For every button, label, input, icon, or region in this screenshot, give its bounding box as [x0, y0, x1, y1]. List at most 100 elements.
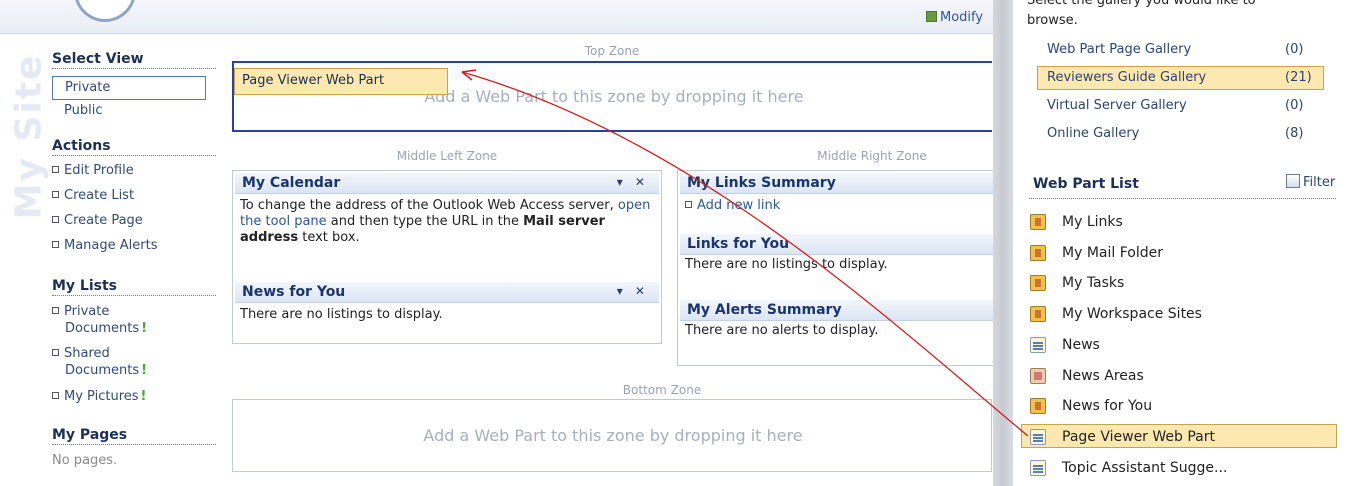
pane-splitter[interactable] — [993, 0, 1013, 486]
my-calendar-title: My Calendar — [242, 175, 341, 191]
action-edit-profile[interactable]: Edit Profile — [52, 163, 134, 178]
web-part-item-label: My Tasks — [1062, 275, 1125, 291]
my-calendar-body: To change the address of the Outlook Web… — [233, 194, 661, 282]
my-links-summary-body: Add new link — [678, 194, 993, 234]
top-banner — [0, 0, 1000, 34]
select-view-heading: Select View — [52, 51, 216, 69]
no-pages-text: No pages. — [52, 453, 118, 468]
middle-left-zone-label: Middle Left Zone — [396, 149, 498, 163]
bottom-zone[interactable]: Add a Web Part to this zone by dropping … — [232, 399, 992, 472]
action-edit-profile-label: Edit Profile — [64, 163, 134, 178]
list-my-pictures-label: My Pictures — [64, 389, 139, 404]
middle-left-zone: My Calendar ▾ ✕ To change the address of… — [232, 170, 662, 344]
news-for-you-title-bar: News for You ▾ ✕ — [235, 282, 659, 303]
web-part-item-label: News Areas — [1062, 368, 1144, 384]
gallery-web-part-page[interactable]: Web Part Page Gallery (0) — [1047, 42, 1327, 57]
filter-label: Filter — [1303, 175, 1336, 190]
list-my-pictures[interactable]: My Pictures! — [52, 389, 146, 404]
new-indicator-icon: ! — [141, 321, 148, 336]
my-links-summary-title: My Links Summary — [687, 175, 836, 191]
add-new-link[interactable]: Add new link — [697, 198, 780, 213]
filter-button[interactable]: Filter — [1286, 174, 1335, 190]
action-create-page-label: Create Page — [64, 213, 143, 228]
links-for-you-title-bar: Links for You — [680, 234, 993, 255]
bullet-icon — [52, 216, 59, 223]
gallery-count: (8) — [1285, 126, 1304, 141]
web-part-item-label: Topic Assistant Sugge... — [1062, 460, 1228, 476]
gallery-virtual-server[interactable]: Virtual Server Gallery (0) — [1047, 98, 1327, 113]
my-lists-heading: My Lists — [52, 278, 216, 296]
my-pages-heading: My Pages — [52, 427, 216, 445]
my-alerts-summary-body: There are no alerts to display. — [685, 323, 879, 338]
links-for-you-body: There are no listings to display. — [685, 257, 888, 272]
web-part-item-label: My Workspace Sites — [1062, 306, 1202, 322]
gallery-intro-line1: Select the gallery you would like to — [1027, 0, 1256, 8]
my-alerts-summary-title-bar: My Alerts Summary — [680, 300, 993, 321]
webpart-icon — [1030, 245, 1046, 261]
web-part-list-divider — [1029, 198, 1336, 199]
gallery-count: (0) — [1285, 98, 1304, 113]
calendar-text-1: To change the address of the Outlook Web… — [240, 198, 618, 213]
calendar-text-2: and then type the URL in the — [326, 214, 524, 229]
bottom-zone-label: Bottom Zone — [622, 383, 702, 397]
document-icon — [1030, 337, 1046, 353]
view-option-private[interactable]: Private — [52, 76, 206, 100]
my-site-watermark-text: My Site — [8, 53, 50, 220]
bullet-icon — [52, 166, 59, 173]
web-part-item-label: News for You — [1062, 398, 1153, 414]
areas-icon — [1030, 368, 1046, 384]
gallery-online[interactable]: Online Gallery (8) — [1047, 126, 1327, 141]
modify-icon — [926, 11, 937, 22]
middle-right-zone: My Links Summary Add new link Links for … — [677, 170, 993, 366]
new-indicator-icon: ! — [141, 363, 148, 378]
news-for-you-body: There are no listings to display. — [240, 307, 443, 322]
view-option-public[interactable]: Public — [64, 103, 102, 118]
gallery-name: Virtual Server Gallery — [1047, 98, 1187, 113]
actions-heading: Actions — [52, 138, 216, 156]
action-create-list-label: Create List — [64, 188, 135, 203]
list-private-documents-line2: Documents — [65, 321, 140, 336]
web-part-item-label: My Mail Folder — [1062, 245, 1163, 261]
action-create-page[interactable]: Create Page — [52, 213, 143, 228]
calendar-text-3: text box. — [298, 230, 360, 245]
bullet-icon — [52, 241, 59, 248]
modify-shared-page-button[interactable]: Modify — [926, 10, 983, 25]
my-alerts-summary-title: My Alerts Summary — [687, 302, 842, 318]
bullet-icon — [52, 307, 59, 314]
bottom-zone-drop-hint: Add a Web Part to this zone by dropping … — [423, 426, 803, 445]
top-zone-label: Top Zone — [584, 44, 640, 58]
gallery-name: Web Part Page Gallery — [1047, 42, 1192, 57]
pageviewer-icon — [1030, 429, 1046, 445]
web-part-menu-close-icon[interactable]: ▾ ✕ — [617, 175, 649, 189]
list-shared-documents-line2: Documents — [65, 363, 140, 378]
gallery-intro-line2: browse. — [1027, 13, 1078, 28]
bullet-icon — [685, 201, 692, 208]
gallery-count: (0) — [1285, 42, 1304, 57]
bullet-icon — [52, 191, 59, 198]
gallery-reviewers-guide[interactable]: Reviewers Guide Gallery (21) — [1047, 70, 1327, 85]
dragged-web-part[interactable]: Page Viewer Web Part — [234, 68, 448, 95]
modify-label: Modify — [940, 10, 984, 25]
web-part-item-label: News — [1062, 337, 1100, 353]
list-private-documents-line1: Private — [64, 304, 110, 319]
gallery-name: Online Gallery — [1047, 126, 1140, 141]
list-shared-documents[interactable]: Shared Documents! — [52, 345, 147, 379]
list-private-documents[interactable]: Private Documents! — [52, 303, 147, 337]
my-calendar-title-bar: My Calendar ▾ ✕ — [235, 173, 659, 194]
filter-icon — [1286, 174, 1300, 188]
web-part-item-label: My Links — [1062, 214, 1123, 230]
news-for-you-title: News for You — [242, 284, 346, 300]
action-create-list[interactable]: Create List — [52, 188, 134, 203]
list-shared-documents-line1: Shared — [64, 346, 110, 361]
my-site-watermark: My Site — [6, 36, 50, 236]
web-part-menu-close-icon[interactable]: ▾ ✕ — [617, 284, 649, 298]
document-icon — [1030, 460, 1046, 476]
web-part-list-heading: Web Part List — [1033, 176, 1139, 192]
webpart-icon — [1030, 275, 1046, 291]
new-indicator-icon: ! — [140, 389, 147, 404]
webpart-icon — [1030, 306, 1046, 322]
action-manage-alerts[interactable]: Manage Alerts — [52, 238, 158, 253]
gallery-name: Reviewers Guide Gallery — [1047, 70, 1207, 85]
webpart-icon — [1030, 398, 1046, 414]
bullet-icon — [52, 349, 59, 356]
